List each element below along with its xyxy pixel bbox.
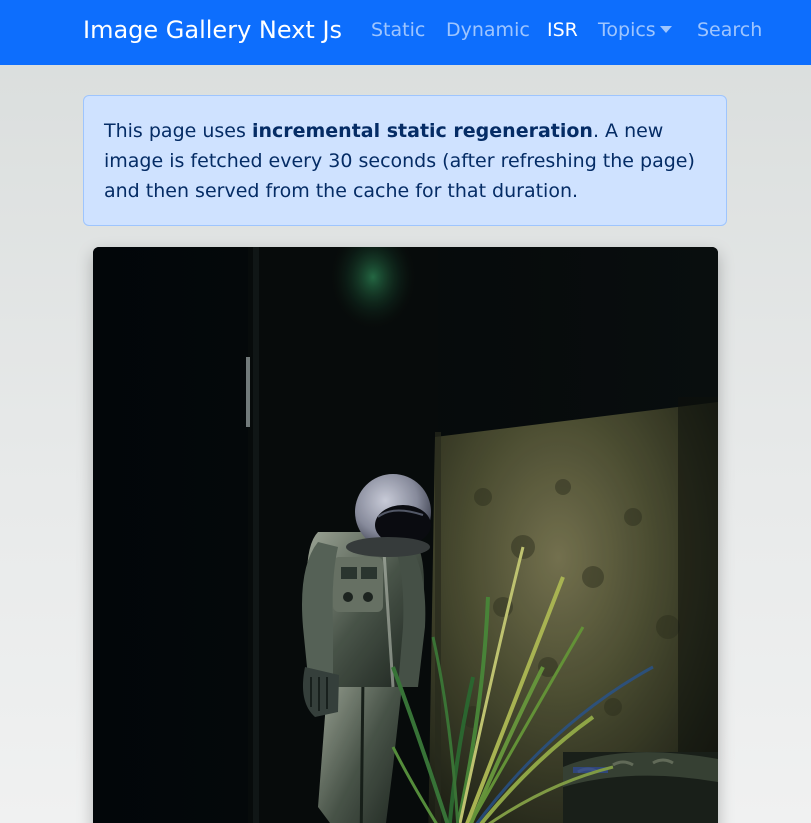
- navbar: Image Gallery Next Js Static Dynamic ISR…: [0, 0, 811, 65]
- nav-link-dynamic[interactable]: Dynamic: [446, 17, 530, 43]
- nav-link-isr[interactable]: ISR: [547, 17, 578, 43]
- alert-text-prefix: This page uses: [104, 120, 252, 142]
- nav-link-topics-label: Topics: [598, 19, 656, 41]
- nav-link-search[interactable]: Search: [697, 17, 762, 43]
- caret-down-icon: [659, 26, 672, 33]
- brand-link[interactable]: Image Gallery Next Js: [83, 14, 342, 46]
- nav-link-static[interactable]: Static: [371, 17, 425, 43]
- nav-dropdown-topics[interactable]: Topics: [598, 17, 672, 43]
- gallery-image: [93, 247, 718, 823]
- astronaut-photo: [93, 247, 718, 823]
- alert-text-emphasis: incremental static regeneration: [251, 120, 593, 142]
- info-alert: This page uses incremental static regene…: [83, 95, 727, 226]
